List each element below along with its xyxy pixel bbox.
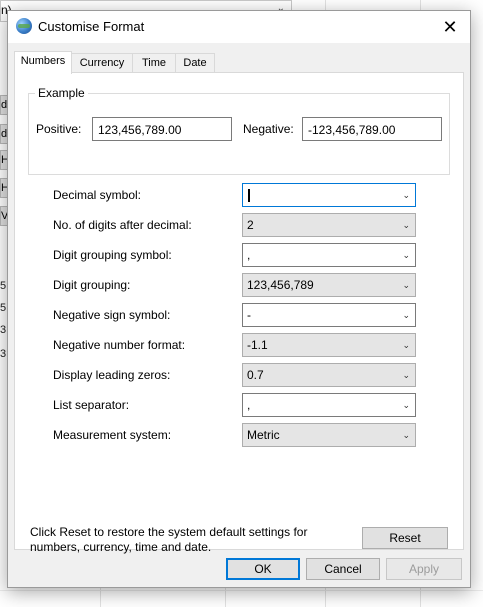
chevron-down-icon[interactable]: ⌄ xyxy=(402,424,410,446)
reset-button[interactable]: Reset xyxy=(362,527,448,549)
negative-number-format-value: -1.1 xyxy=(247,338,268,352)
chevron-down-icon[interactable]: ⌄ xyxy=(402,244,410,266)
tab-numbers[interactable]: Numbers xyxy=(14,51,72,74)
reset-note-line: Click Reset to restore the system defaul… xyxy=(30,525,308,539)
positive-label: Positive: xyxy=(36,122,82,136)
background-cell: 3 xyxy=(0,348,7,360)
reset-note: Click Reset to restore the system defaul… xyxy=(30,525,330,555)
example-group-label: Example xyxy=(35,86,88,100)
negative-example-field: -123,456,789.00 xyxy=(302,117,442,141)
customise-format-dialog: Customise Format ✕ Numbers Currency Time… xyxy=(7,10,471,588)
list-separator-combo[interactable]: , ⌄ xyxy=(242,393,416,417)
decimal-symbol-label: Decimal symbol: xyxy=(53,188,142,202)
close-button[interactable]: ✕ xyxy=(430,11,470,43)
display-leading-zeros-label: Display leading zeros: xyxy=(53,368,171,382)
digits-after-decimal-label: No. of digits after decimal: xyxy=(53,218,192,232)
text-caret xyxy=(248,189,250,203)
digit-grouping-symbol-value: , xyxy=(247,248,251,262)
negative-number-format-label: Negative number format: xyxy=(53,338,186,352)
decimal-symbol-combo[interactable]: ⌄ xyxy=(242,183,416,207)
measurement-system-value: Metric xyxy=(247,428,280,442)
grid-line xyxy=(0,590,483,591)
digits-after-decimal-value: 2 xyxy=(247,218,254,232)
digit-grouping-symbol-combo[interactable]: , ⌄ xyxy=(242,243,416,267)
display-leading-zeros-combo[interactable]: 0.7 ⌄ xyxy=(242,363,416,387)
negative-number-format-combo[interactable]: -1.1 ⌄ xyxy=(242,333,416,357)
digit-grouping-value: 123,456,789 xyxy=(247,278,314,292)
negative-sign-symbol-label: Negative sign symbol: xyxy=(53,308,171,322)
background-cell: 5 xyxy=(0,302,7,314)
display-leading-zeros-value: 0.7 xyxy=(247,368,264,382)
apply-button[interactable]: Apply xyxy=(386,558,462,580)
digit-grouping-combo[interactable]: 123,456,789 ⌄ xyxy=(242,273,416,297)
digit-grouping-symbol-label: Digit grouping symbol: xyxy=(53,248,172,262)
chevron-down-icon[interactable]: ⌄ xyxy=(402,214,410,236)
reset-note-line: numbers, currency, time and date. xyxy=(30,540,212,554)
list-separator-label: List separator: xyxy=(53,398,130,412)
chevron-down-icon[interactable]: ⌄ xyxy=(402,334,410,356)
cancel-button[interactable]: Cancel xyxy=(306,558,380,580)
negative-sign-symbol-value: - xyxy=(247,308,251,322)
chevron-down-icon[interactable]: ⌄ xyxy=(402,184,410,206)
dialog-title: Customise Format xyxy=(38,19,145,34)
chevron-down-icon[interactable]: ⌄ xyxy=(402,364,410,386)
measurement-system-combo[interactable]: Metric ⌄ xyxy=(242,423,416,447)
ok-button[interactable]: OK xyxy=(226,558,300,580)
negative-sign-symbol-combo[interactable]: - ⌄ xyxy=(242,303,416,327)
background-cell: 3 xyxy=(0,324,7,336)
chevron-down-icon[interactable]: ⌄ xyxy=(402,304,410,326)
positive-example-field: 123,456,789.00 xyxy=(92,117,232,141)
close-icon: ✕ xyxy=(442,17,458,37)
example-group: Example Positive: 123,456,789.00 Negativ… xyxy=(28,86,450,175)
digit-grouping-label: Digit grouping: xyxy=(53,278,131,292)
chevron-down-icon[interactable]: ⌄ xyxy=(402,274,410,296)
measurement-system-label: Measurement system: xyxy=(53,428,172,442)
digits-after-decimal-combo[interactable]: 2 ⌄ xyxy=(242,213,416,237)
tab-date[interactable]: Date xyxy=(175,53,215,72)
numbers-tab-panel: Example Positive: 123,456,789.00 Negativ… xyxy=(14,72,464,554)
list-separator-value: , xyxy=(247,398,251,412)
title-bar[interactable]: Customise Format ✕ xyxy=(8,11,470,43)
tab-time[interactable]: Time xyxy=(132,53,176,72)
tab-currency[interactable]: Currency xyxy=(71,53,133,72)
chevron-down-icon[interactable]: ⌄ xyxy=(402,394,410,416)
negative-label: Negative: xyxy=(243,122,294,136)
globe-icon xyxy=(16,18,32,34)
